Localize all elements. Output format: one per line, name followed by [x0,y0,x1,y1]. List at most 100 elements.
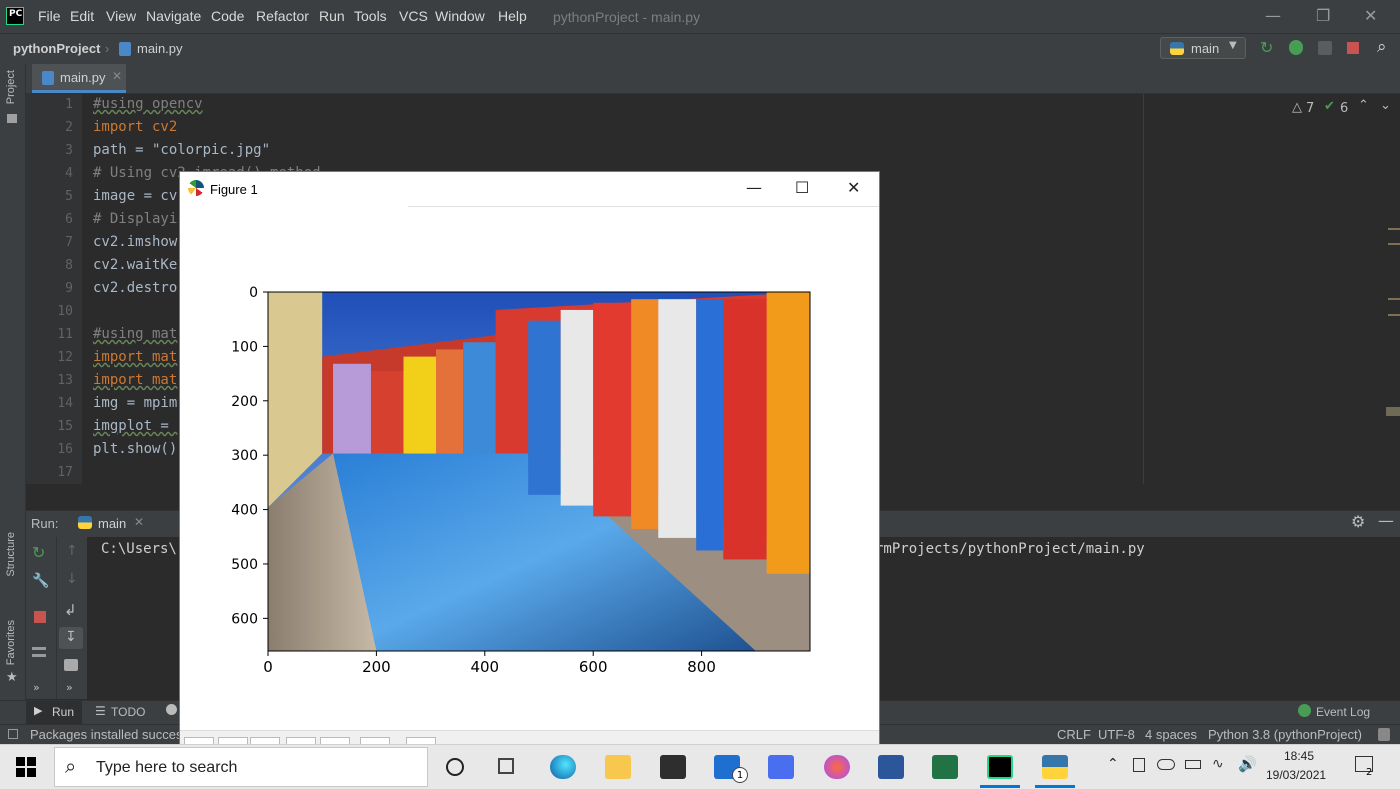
code-line-15[interactable]: imgplot = [93,418,177,434]
star-icon[interactable]: ★ [6,670,18,685]
volume-icon[interactable]: 🔊 [1238,755,1257,773]
code-line-3[interactable]: path = "colorpic.jpg" [93,142,270,158]
event-log-label[interactable]: Event Log [1316,705,1370,719]
code-line-7[interactable]: cv2.imshow [93,234,177,250]
menu-edit[interactable]: Edit [70,8,94,24]
meet-now-icon[interactable] [1133,758,1145,772]
chevron-down-icon[interactable]: ⌄ [1380,98,1391,113]
code-line-2[interactable]: import cv2 [93,119,177,135]
run-configuration-select[interactable]: main ▼ [1160,37,1246,59]
arrow-down-icon[interactable]: ↓ [66,571,78,587]
menu-vcs[interactable]: VCS [399,8,428,24]
breadcrumb-project[interactable]: pythonProject [13,41,100,56]
coverage-icon[interactable] [1318,41,1332,55]
problems-icon[interactable] [166,704,177,715]
matplotlib-figure-window[interactable]: Figure 1 — ☐ ✕ 0 200 400 600 800 0 100 2… [179,171,880,745]
status-message[interactable]: Packages installed success [30,727,189,742]
code-line-8[interactable]: cv2.waitKe [93,257,177,273]
menu-code[interactable]: Code [211,8,244,24]
folder-icon[interactable] [7,114,17,123]
notification-badge: 2 [1366,767,1373,778]
favorites-tool-label[interactable]: Favorites [5,620,17,665]
code-line-13[interactable]: import mat [93,372,177,388]
layout-icon[interactable] [32,647,46,657]
menu-run[interactable]: Run [319,8,345,24]
more-icon[interactable]: » [66,681,73,694]
gear-icon[interactable]: ⚙ [1351,512,1365,531]
taskbar-search-box[interactable]: ⌕ Type here to search [54,747,428,787]
menu-view[interactable]: View [106,8,136,24]
toggle-panels-icon[interactable] [8,729,18,739]
warning-icon[interactable]: △ [1292,100,1302,115]
breadcrumb-file[interactable]: main.py [137,41,183,56]
wifi-icon[interactable]: ∿ [1212,756,1224,772]
excel-icon[interactable] [932,755,958,779]
lock-icon[interactable] [1378,728,1390,741]
wrench-icon[interactable]: 🔧 [32,573,49,589]
word-icon[interactable] [878,755,904,779]
paint-icon[interactable] [824,755,850,779]
restore-button[interactable]: ❐ [1316,6,1330,25]
menu-window[interactable]: Window [435,8,485,24]
file-explorer-icon[interactable] [605,755,631,779]
run-tool-button[interactable]: ▶ Run [26,701,82,725]
chevron-up-icon[interactable]: ⌃ [1107,756,1119,772]
menu-help[interactable]: Help [498,8,527,24]
tab-main-py[interactable]: main.py ✕ [32,64,126,93]
line-separator[interactable]: CRLF [1057,727,1091,742]
run-tab-main[interactable]: main [98,516,126,531]
menu-tools[interactable]: Tools [354,8,387,24]
search-icon[interactable]: ⌕ [1377,37,1387,57]
structure-tool-label[interactable]: Structure [5,532,17,577]
warning-count[interactable]: 7 [1306,101,1314,116]
close-tab-icon[interactable]: ✕ [112,69,122,83]
todo-tool-label[interactable]: TODO [111,705,145,719]
clock-time[interactable]: 18:45 [1284,749,1314,763]
rerun-icon[interactable]: ↻ [32,543,45,562]
code-line-16[interactable]: plt.show() [93,441,177,457]
store-icon[interactable] [660,755,686,779]
pycharm-taskbar-icon[interactable] [987,755,1013,779]
print-icon[interactable] [64,659,78,671]
code-line-11[interactable]: #using mat [93,326,177,342]
menu-refactor[interactable]: Refactor [256,8,309,24]
menu-navigate[interactable]: Navigate [146,8,201,24]
windows-start-icon[interactable] [16,757,36,777]
file-encoding[interactable]: UTF-8 [1098,727,1135,742]
python-interpreter[interactable]: Python 3.8 (pythonProject) [1208,727,1362,742]
hide-panel-icon[interactable]: — [1378,511,1394,530]
chevron-up-icon[interactable]: ⌃ [1358,98,1369,113]
code-line-9[interactable]: cv2.destro [93,280,177,296]
code-line-12[interactable]: import mat [93,349,177,365]
onedrive-icon[interactable] [1157,759,1175,770]
code-line-1[interactable]: #using opencv [93,96,203,112]
code-line-6[interactable]: # Displayi [93,211,177,227]
plot-canvas[interactable]: 0 200 400 600 800 0 100 200 300 400 500 600 [180,172,879,732]
stop-icon[interactable] [1347,42,1359,54]
cortana-icon[interactable] [446,758,464,776]
task-view-icon[interactable] [498,758,514,774]
indent-setting[interactable]: 4 spaces [1145,727,1197,742]
stop-icon[interactable] [34,611,46,623]
minimize-button[interactable]: — [1265,6,1281,25]
arrow-up-icon[interactable]: ↑ [66,543,78,559]
soft-wrap-icon[interactable]: ↲ [64,601,77,619]
debug-icon[interactable] [1289,40,1303,55]
close-run-tab-icon[interactable]: ✕ [134,515,144,529]
project-tool-label[interactable]: Project [5,70,17,104]
check-icon[interactable]: ✔ [1324,99,1335,114]
close-button[interactable]: ✕ [1364,6,1377,25]
edge-icon[interactable] [550,755,576,779]
battery-icon[interactable] [1185,760,1201,769]
clock-date[interactable]: 19/03/2021 [1266,768,1326,782]
menu-file[interactable]: File [38,8,61,24]
python-taskbar-icon[interactable] [1042,755,1068,779]
code-line-5[interactable]: image = cv [93,188,177,204]
rerun-icon[interactable]: ↻ [1260,38,1273,57]
todo-icon[interactable]: ☰ [95,704,106,718]
ok-count[interactable]: 6 [1340,101,1348,116]
more-icon[interactable]: » [33,681,40,694]
code-line-14[interactable]: img = mpim [93,395,177,411]
app-icon[interactable] [768,755,794,779]
event-log-icon[interactable] [1298,704,1311,717]
